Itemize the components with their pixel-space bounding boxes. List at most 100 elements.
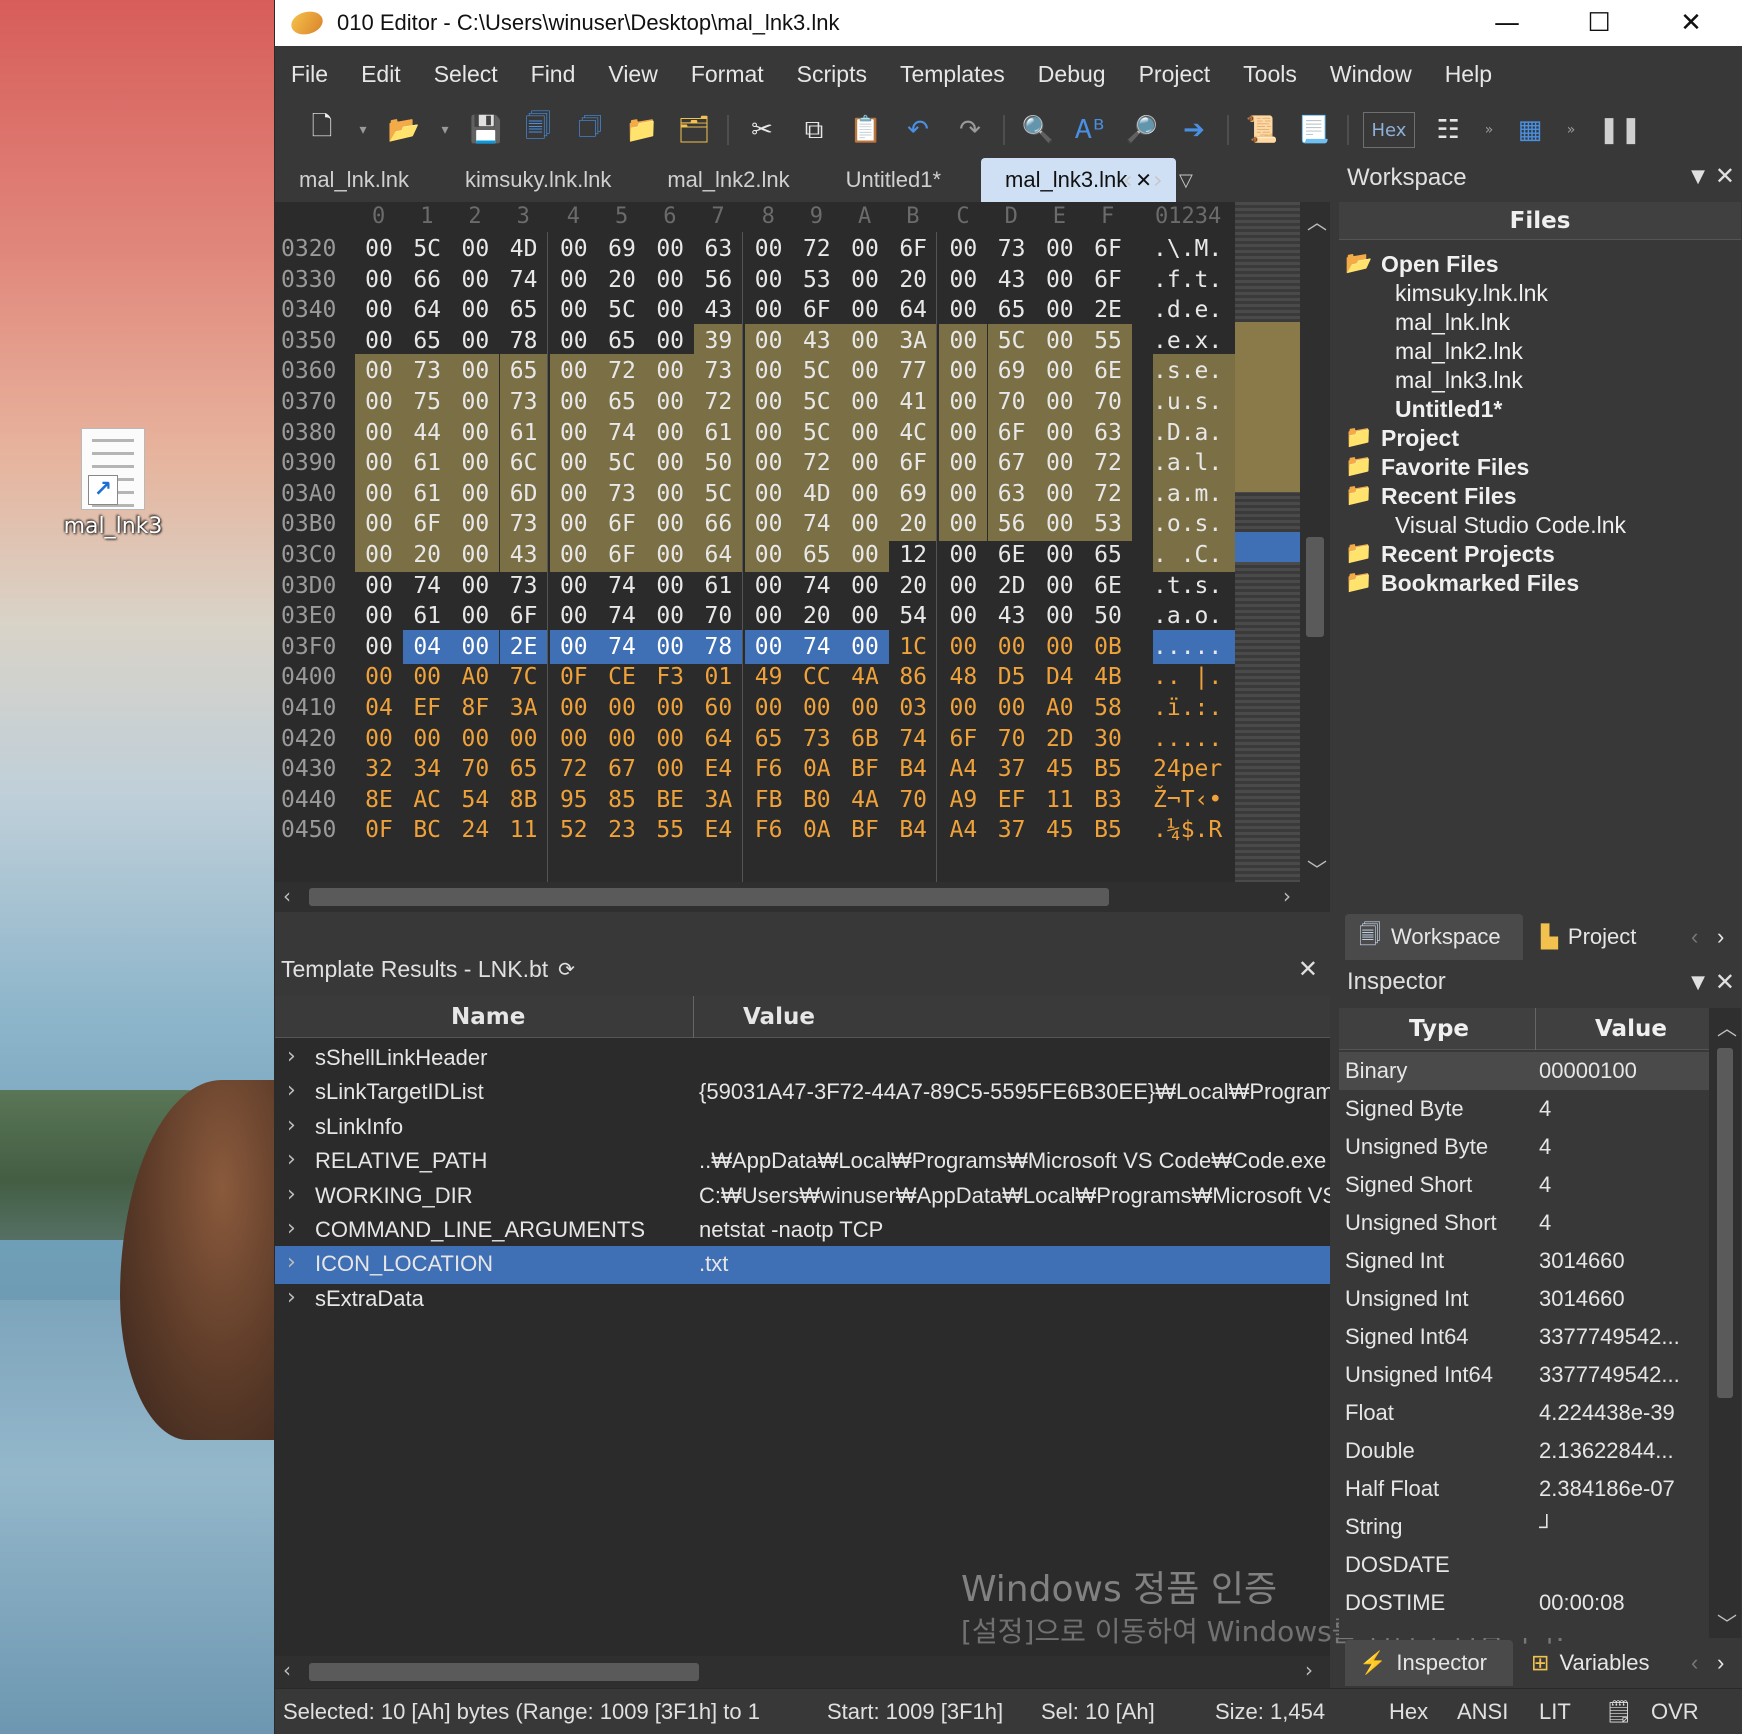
scroll-left-icon[interactable]: ‹ [283,1658,291,1682]
expand-chevron-icon[interactable]: › [287,1182,296,1207]
hex-byte[interactable]: 4D [500,232,548,266]
hex-byte[interactable]: 00 [841,599,889,633]
new-file-icon[interactable]: 🗋 [303,111,341,149]
hex-byte[interactable]: 00 [939,232,987,266]
hex-ascii[interactable]: . .C. [1153,538,1235,572]
menu-find[interactable]: Find [531,61,576,88]
hex-byte[interactable]: 00 [1035,446,1084,481]
tab-list-icon[interactable]: ▽ [1179,158,1193,202]
hex-byte[interactable]: 00 [549,385,598,419]
hex-byte[interactable]: 65 [988,293,1036,327]
hex-byte[interactable]: 73 [499,385,548,419]
hex-byte[interactable]: 00 [1035,415,1084,450]
hex-byte[interactable]: 11 [1036,783,1084,817]
hex-ascii[interactable]: ..... [1153,629,1235,664]
hex-byte[interactable]: 66 [694,507,743,542]
menu-select[interactable]: Select [434,61,498,88]
hex-byte[interactable]: 00 [841,415,889,450]
hex-byte[interactable]: 00 [451,324,499,358]
hex-byte[interactable]: 60 [694,691,742,725]
hex-byte[interactable]: 00 [841,354,889,389]
hex-byte[interactable]: 61 [694,569,742,603]
hex-byte[interactable]: 00 [403,660,451,694]
hex-byte[interactable]: 00 [403,722,451,756]
title-bar[interactable]: 010 Editor - C:\Users\winuser\Desktop\ma… [275,0,1742,46]
inspector-row[interactable]: Unsigned Int64 3377749542... [1339,1356,1709,1394]
hex-byte[interactable]: 00 [355,507,403,542]
hex-byte[interactable]: 73 [499,507,548,542]
hex-byte[interactable]: 00 [646,752,694,786]
hex-byte[interactable]: F6 [745,813,793,847]
hex-byte[interactable]: BC [403,813,451,847]
expand-chevron-icon[interactable]: › [287,1147,296,1172]
hex-byte[interactable]: 69 [987,354,1036,389]
hex-byte[interactable]: 64 [694,722,742,756]
hex-byte[interactable]: 00 [1035,476,1084,511]
hex-byte[interactable]: 00 [549,507,598,542]
hex-byte[interactable]: 5C [694,476,743,511]
scroll-left-icon[interactable]: ‹ [283,884,291,908]
new-file-dropdown-icon[interactable]: ▾ [355,111,371,149]
hex-row[interactable]: 03E0 00 61 00 6F 00 74 00 70 00 20 00 54 00 43 00 50 .a.o… [275,599,1330,633]
hex-byte[interactable]: 45 [1036,752,1084,786]
refresh-icon[interactable]: ⟳ [558,957,575,981]
save-icon[interactable]: 💾 [467,111,505,149]
hex-byte[interactable]: 00 [549,476,598,511]
hex-byte[interactable]: EF [988,783,1036,817]
menu-project[interactable]: Project [1139,61,1211,88]
hex-byte[interactable]: 00 [841,323,889,358]
hex-byte[interactable]: 5C [598,293,646,327]
hex-byte[interactable]: 00 [646,691,694,725]
calculator-icon[interactable]: ▦ [1511,111,1549,149]
hex-byte[interactable]: 0A [793,813,841,847]
menu-view[interactable]: View [608,61,657,88]
hex-byte[interactable]: 00 [355,660,403,694]
hex-byte[interactable]: BF [841,752,889,786]
hex-byte[interactable]: 65 [500,293,548,327]
hex-ascii[interactable]: .\.M. [1153,232,1235,266]
hex-byte[interactable]: 6F [598,507,646,542]
template-row[interactable]: › sLinkInfo [275,1109,1330,1147]
hex-byte[interactable]: 00 [355,263,403,297]
hex-byte[interactable]: 00 [744,629,793,664]
workspace-dropdown-icon[interactable]: ▼ [1691,166,1705,187]
expand-chevron-icon[interactable]: › [287,1216,296,1241]
hex-vertical-scrollbar[interactable]: ︿ ﹀ [1300,202,1330,882]
toolbar-overflow-icon[interactable]: » [1481,111,1497,149]
menu-window[interactable]: Window [1330,61,1412,88]
inspector-row[interactable]: Double 2.13622844... [1339,1432,1709,1470]
tab-untitled1[interactable]: Untitled1* [814,158,965,202]
hex-byte[interactable]: 74 [792,629,841,664]
hex-row[interactable]: 03B0 00 6F 00 73 00 6F 00 66 00 74 00 20 00 56 00 53 .o.s… [275,507,1330,542]
hex-byte[interactable]: 00 [550,569,598,603]
hex-byte[interactable]: 00 [355,385,403,419]
tab-workspace[interactable]: 🗐 Workspace [1345,914,1523,960]
hex-byte[interactable]: 00 [939,599,987,633]
hex-ascii[interactable]: .a.o. [1153,599,1235,633]
hex-byte[interactable]: 04 [403,629,452,664]
hex-byte[interactable]: 00 [500,722,548,756]
hex-byte[interactable]: 37 [988,813,1036,847]
hex-row[interactable]: 0430 32 34 70 65 72 67 00 E4 F6 0A BF B4 A4 37 45 B5 24pe… [275,752,1330,786]
hex-byte[interactable]: 00 [550,599,598,633]
hex-byte[interactable]: 00 [939,538,987,572]
hex-byte[interactable]: 00 [451,415,500,450]
hex-byte[interactable]: 1C [889,630,937,664]
hex-byte[interactable]: 77 [889,354,938,389]
hex-byte[interactable]: BE [646,783,694,817]
hex-ascii[interactable]: 24per [1153,752,1235,786]
status-ansi[interactable]: ANSI [1457,1699,1508,1725]
hex-byte[interactable]: 67 [598,752,646,786]
hex-byte[interactable]: 63 [987,476,1036,511]
hex-byte[interactable]: 00 [841,629,889,664]
hex-byte[interactable]: E4 [694,752,742,786]
hex-byte[interactable]: 4B [1084,660,1132,694]
hex-byte[interactable]: 00 [549,354,598,389]
template-row[interactable]: › ICON_LOCATION .txt [275,1246,1330,1285]
hex-byte[interactable]: 20 [598,263,646,297]
hex-byte[interactable]: 7C [500,660,548,694]
hex-byte[interactable]: 73 [988,232,1036,266]
inspector-row[interactable]: Float 4.224438e-39 [1339,1394,1709,1432]
hex-byte[interactable]: 00 [1035,385,1084,419]
hex-ascii[interactable]: .f.t. [1153,263,1235,297]
